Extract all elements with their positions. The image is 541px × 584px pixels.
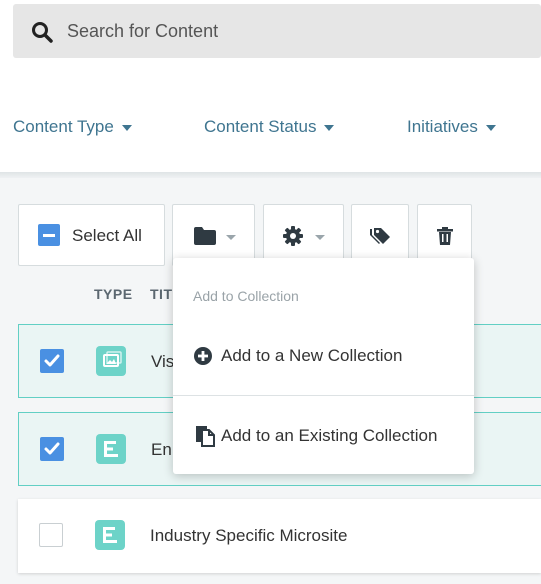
caret-down-icon: [226, 235, 236, 240]
settings-menu-button[interactable]: [263, 204, 344, 266]
menu-item-label: Add to an Existing Collection: [221, 426, 438, 445]
search-bar[interactable]: Search for Content: [13, 4, 541, 58]
gear-icon: [283, 226, 303, 246]
row-title[interactable]: Industry Specific Microsite: [150, 499, 347, 573]
checkmark-icon: [44, 442, 60, 455]
select-all-label: Select All: [72, 226, 142, 245]
microsite-icon: [96, 434, 126, 464]
dropdown-divider: [173, 395, 474, 396]
plus-circle-icon: [194, 347, 212, 365]
filter-label: Initiatives: [407, 117, 478, 136]
folder-icon: [194, 227, 216, 245]
filter-content-type[interactable]: Content Type: [13, 100, 132, 154]
filter-initiatives[interactable]: Initiatives: [407, 100, 496, 154]
collection-menu-button[interactable]: [172, 204, 255, 266]
row-title[interactable]: En: [151, 413, 172, 487]
add-to-existing-collection-item[interactable]: Add to an Existing Collection: [173, 414, 474, 458]
filter-label: Content Type: [13, 117, 114, 136]
delete-button[interactable]: [417, 204, 472, 266]
search-input[interactable]: Search for Content: [67, 4, 218, 58]
table-row[interactable]: Industry Specific Microsite: [18, 499, 541, 573]
microsite-icon: [95, 520, 125, 550]
row-checkbox[interactable]: [40, 437, 64, 461]
image-icon: [96, 346, 126, 376]
search-icon: [32, 22, 53, 43]
caret-down-icon: [121, 124, 132, 131]
row-title[interactable]: Vis: [151, 325, 174, 399]
filter-content-status[interactable]: Content Status: [204, 100, 335, 154]
tags-icon: [370, 228, 390, 244]
caret-down-icon: [485, 124, 496, 131]
select-all-button[interactable]: Select All: [18, 204, 165, 266]
caret-down-icon: [315, 235, 325, 240]
tags-button[interactable]: [351, 204, 409, 266]
add-to-new-collection-item[interactable]: Add to a New Collection: [173, 334, 474, 378]
menu-item-label: Add to a New Collection: [221, 346, 403, 365]
row-checkbox[interactable]: [39, 523, 63, 547]
copy-icon: [196, 426, 215, 447]
trash-icon: [437, 227, 453, 245]
row-checkbox[interactable]: [40, 349, 64, 373]
caret-down-icon: [324, 124, 335, 131]
filter-bar: Content Type Content Status Initiatives: [0, 100, 541, 154]
checkmark-icon: [44, 354, 60, 367]
filter-label: Content Status: [204, 117, 317, 136]
collection-dropdown-menu: Add to Collection Add to a New Collectio…: [173, 258, 474, 474]
column-header-title[interactable]: TIT: [150, 286, 173, 302]
column-header-type[interactable]: TYPE: [94, 286, 133, 302]
dropdown-header: Add to Collection: [193, 288, 299, 304]
minus-checkbox-icon: [38, 224, 60, 246]
